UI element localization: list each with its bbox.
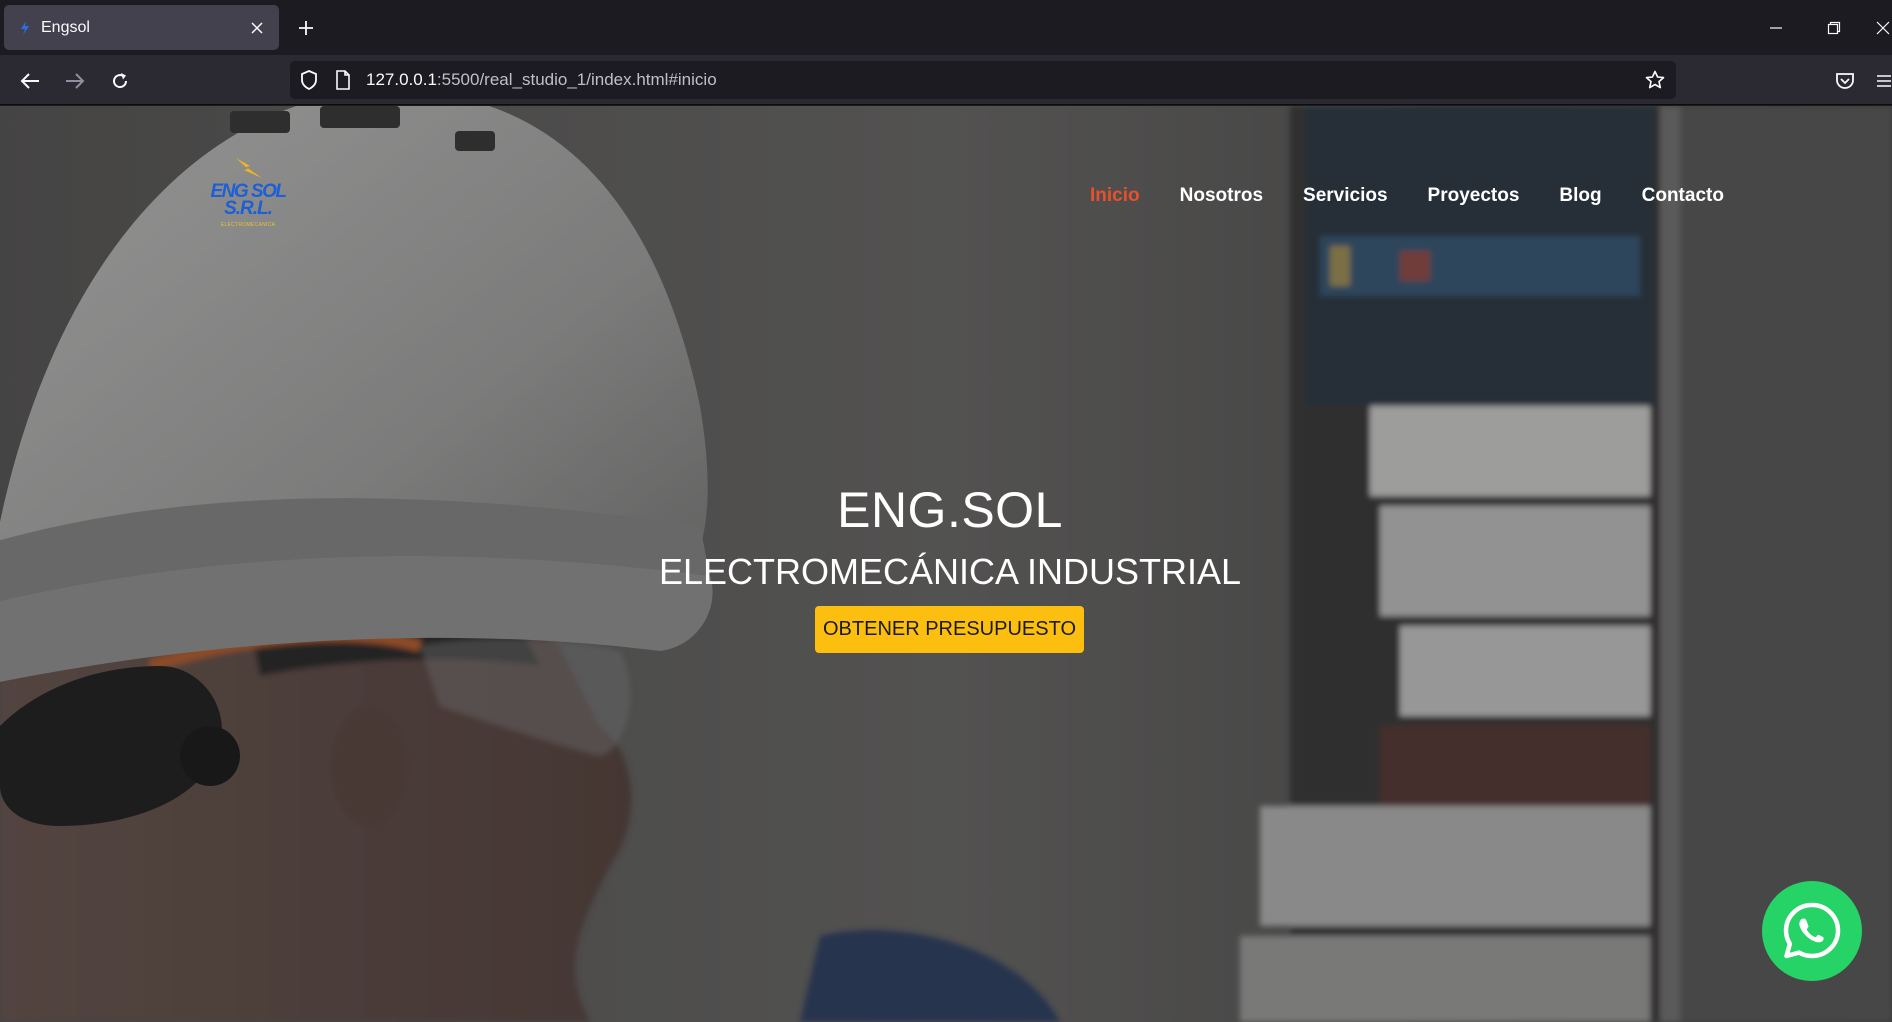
hero-subtitle: ELECTROMECÁNICA INDUSTRIAL [658, 551, 1242, 592]
web-page: ENG SOL S.R.L. ELECTROMECANICA Inicio No… [0, 106, 1892, 1022]
address-bar[interactable]: 127.0.0.1:5500/real_studio_1/index.html#… [290, 61, 1676, 99]
hero-title: ENG.SOL [837, 482, 1063, 538]
nav-link-nosotros[interactable]: Nosotros [1180, 182, 1263, 210]
favicon-icon [18, 20, 32, 35]
reload-icon[interactable] [105, 66, 135, 96]
logo-tagline: ELECTROMECANICA [220, 222, 276, 228]
url-path: :5500/real_studio_1/index.html#inicio [436, 70, 717, 89]
nav-link-contacto[interactable]: Contacto [1642, 182, 1724, 210]
menu-icon[interactable] [1876, 66, 1892, 96]
lightning-bolt-icon [236, 158, 262, 178]
site-logo[interactable]: ENG SOL S.R.L. ELECTROMECANICA [208, 156, 288, 231]
whatsapp-icon [1783, 902, 1841, 959]
close-window-icon[interactable] [1874, 14, 1892, 42]
close-tab-icon[interactable] [245, 16, 269, 40]
page-info-icon[interactable] [332, 69, 354, 91]
shield-icon[interactable] [298, 69, 320, 91]
nav-link-proyectos[interactable]: Proyectos [1428, 182, 1520, 210]
url-text[interactable]: 127.0.0.1:5500/real_studio_1/index.html#… [366, 70, 717, 90]
bookmark-star-icon[interactable] [1644, 69, 1666, 91]
browser-toolbar: 127.0.0.1:5500/real_studio_1/index.html#… [0, 55, 1892, 105]
whatsapp-button[interactable] [1762, 881, 1862, 981]
nav-link-servicios[interactable]: Servicios [1303, 182, 1388, 210]
get-quote-button[interactable]: OBTENER PRESUPUESTO [815, 606, 1084, 653]
nav-link-inicio[interactable]: Inicio [1090, 182, 1140, 210]
browser-tab-strip: Engsol [0, 0, 1892, 55]
forward-icon[interactable] [60, 66, 90, 96]
tab-title: Engsol [41, 18, 90, 36]
url-host: 127.0.0.1 [366, 70, 437, 89]
site-navigation: Inicio Nosotros Servicios Proyectos Blog… [1090, 182, 1724, 210]
minimize-icon[interactable] [1762, 14, 1790, 42]
browser-tab[interactable]: Engsol [4, 5, 279, 50]
nav-link-blog[interactable]: Blog [1559, 182, 1601, 210]
back-icon[interactable] [15, 66, 45, 96]
logo-line-2: S.R.L. [224, 198, 273, 219]
new-tab-icon[interactable] [292, 14, 320, 42]
pocket-icon[interactable] [1830, 66, 1860, 96]
restore-icon[interactable] [1820, 14, 1848, 42]
